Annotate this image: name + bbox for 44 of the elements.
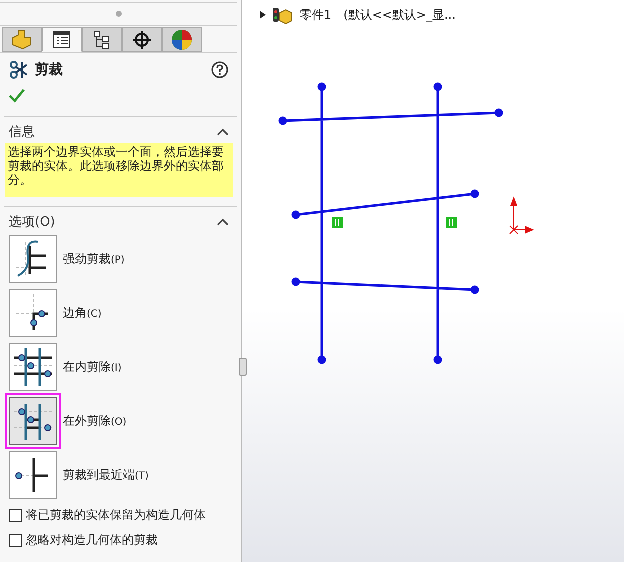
scissors-icon: [9, 60, 29, 80]
trim-inside-icon: [12, 346, 54, 388]
option-label: 在内剪除(I): [63, 358, 122, 376]
part-name[interactable]: 零件1: [300, 6, 332, 24]
trim-to-closest-icon: [16, 456, 50, 494]
expand-arrow-icon[interactable]: [260, 11, 266, 19]
part-icon: [272, 5, 294, 25]
checkbox-label: 忽略对构造几何体的剪裁: [26, 532, 158, 549]
help-icon[interactable]: [211, 61, 229, 79]
splitter-handle[interactable]: [239, 358, 247, 376]
section-heading: 选项(O): [9, 214, 56, 231]
crosshair-icon: [132, 30, 152, 50]
trim-option-button[interactable]: [9, 451, 57, 499]
trim-option-button[interactable]: [9, 289, 57, 337]
panel-tab[interactable]: [42, 27, 82, 52]
option-label: 强劲剪裁(P): [63, 250, 125, 268]
checkbox[interactable]: [9, 534, 22, 547]
trim-option-button[interactable]: [9, 235, 57, 283]
trim-outside-icon: [14, 402, 52, 442]
checkbox[interactable]: [9, 509, 22, 522]
part-icon: [11, 30, 33, 50]
section-heading: 信息: [9, 124, 35, 141]
power-trim-icon: [16, 240, 48, 277]
parallel-relation-icon: [446, 217, 457, 228]
checkbox-label: 将已剪裁的实体保留为构造几何体: [26, 507, 206, 524]
configuration-label: (默认<<默认>_显...: [344, 6, 456, 24]
collapse-caret-icon[interactable]: [217, 218, 229, 226]
info-message: 选择两个边界实体或一个面，然后选择要剪裁的实体。此选项移除边界外的实体部分。: [5, 143, 233, 197]
parallel-relation-icon: [332, 217, 343, 228]
grip-dot[interactable]: [116, 11, 122, 17]
property-list-icon: [52, 30, 72, 50]
corner-icon: [16, 294, 48, 330]
option-label: 边角(C): [63, 304, 102, 322]
option-label: 剪裁到最近端(T): [63, 466, 149, 484]
origin-axes-icon: [510, 196, 534, 234]
panel-title: 剪裁: [35, 61, 63, 79]
trim-option-button[interactable]: [9, 343, 57, 391]
checkmark-icon[interactable]: [9, 89, 25, 103]
collapse-caret-icon[interactable]: [217, 128, 229, 136]
panel-tab[interactable]: [122, 27, 162, 52]
option-label: 在外剪除(O): [63, 412, 127, 430]
config-tree-icon: [92, 30, 112, 50]
color-ball-icon: [171, 28, 193, 50]
panel-tab[interactable]: [82, 27, 122, 52]
